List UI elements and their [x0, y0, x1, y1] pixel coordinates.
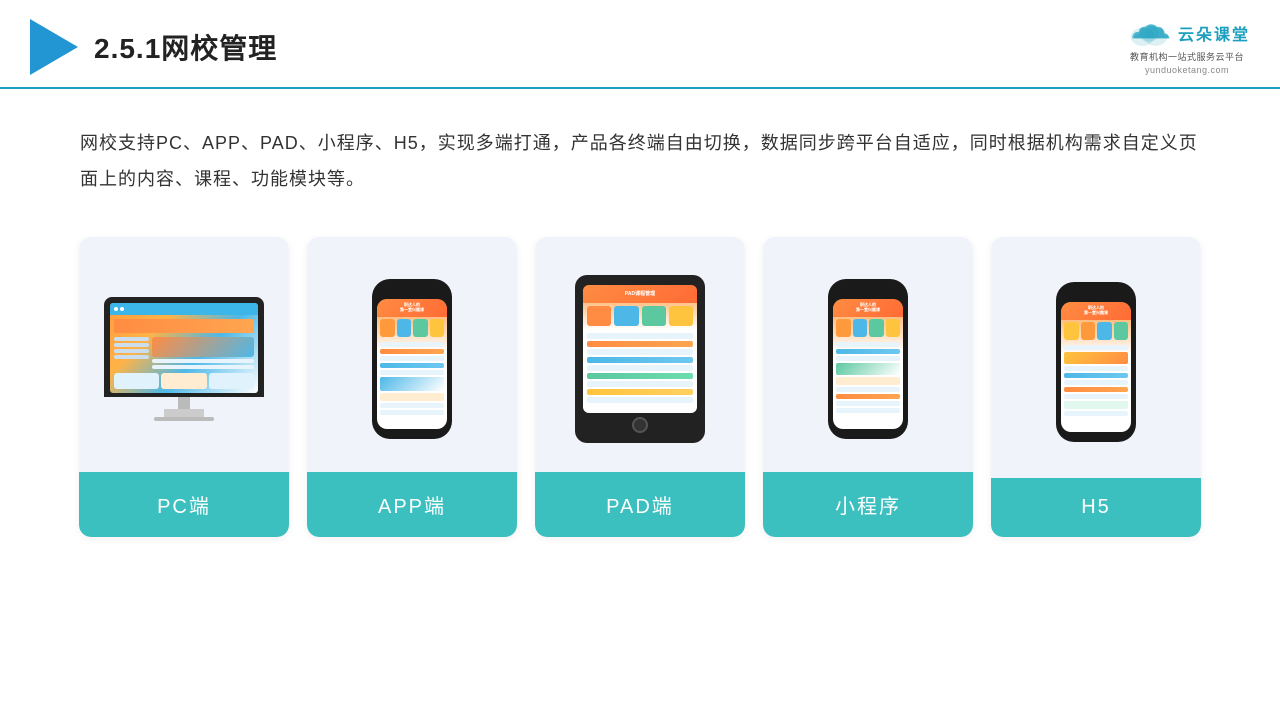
- card-h5: 职达人的第一堂兴趣课: [991, 237, 1201, 537]
- card-image-miniprogram: 职达人的第一堂兴趣课: [763, 237, 973, 472]
- phone-notch-miniprogram: [856, 289, 880, 295]
- card-pad: PAD课程管理: [535, 237, 745, 537]
- card-image-pad: PAD课程管理: [535, 237, 745, 472]
- card-image-app: 职达人的第一堂兴趣课: [307, 237, 517, 472]
- phone-outer-miniprogram: 职达人的第一堂兴趣课: [828, 279, 908, 439]
- phone-mockup-miniprogram: 职达人的第一堂兴趣课: [828, 279, 908, 439]
- card-pc: PC端: [79, 237, 289, 537]
- pad-mockup: PAD课程管理: [575, 275, 705, 443]
- phone-outer-h5: 职达人的第一堂兴趣课: [1056, 282, 1136, 442]
- logo-triangle-icon: [30, 19, 78, 75]
- pad-outer: PAD课程管理: [575, 275, 705, 443]
- card-label-pc: PC端: [79, 472, 289, 537]
- phone-screen-miniprogram: 职达人的第一堂兴趣课: [833, 299, 903, 429]
- description-text: 网校支持PC、APP、PAD、小程序、H5，实现多端打通，产品各终端自由切换，数…: [0, 89, 1280, 217]
- card-label-h5: H5: [991, 478, 1201, 537]
- phone-outer-app: 职达人的第一堂兴趣课: [372, 279, 452, 439]
- pc-screen-inner: [110, 303, 258, 393]
- pc-base: [154, 417, 214, 421]
- brand-cloud: 云朵课堂: [1124, 18, 1250, 48]
- phone-screen-app: 职达人的第一堂兴趣课: [377, 299, 447, 429]
- brand-tagline: 教育机构一站式服务云平台: [1130, 50, 1244, 63]
- pc-screen-outer: [104, 297, 264, 397]
- pc-stand: [164, 409, 204, 417]
- card-image-h5: 职达人的第一堂兴趣课: [991, 237, 1201, 478]
- card-label-pad: PAD端: [535, 472, 745, 537]
- page-title: 2.5.1网校管理: [94, 27, 277, 67]
- brand-url: yunduoketang.com: [1145, 65, 1229, 75]
- card-label-miniprogram: 小程序: [763, 472, 973, 537]
- phone-mockup-app: 职达人的第一堂兴趣课: [372, 279, 452, 439]
- cards-container: PC端 职达人的第一堂兴趣课: [0, 217, 1280, 557]
- pad-home-button: [632, 417, 648, 433]
- brand-logo: 云朵课堂 教育机构一站式服务云平台 yunduoketang.com: [1124, 18, 1250, 75]
- pad-screen: PAD课程管理: [583, 285, 697, 413]
- phone-notch-h5: [1084, 292, 1108, 298]
- phone-screen-h5: 职达人的第一堂兴趣课: [1061, 302, 1131, 432]
- brand-name: 云朵课堂: [1178, 21, 1250, 45]
- card-app: 职达人的第一堂兴趣课: [307, 237, 517, 537]
- header-left: 2.5.1网校管理: [30, 19, 277, 75]
- card-label-app: APP端: [307, 472, 517, 537]
- pc-stand-neck: [178, 397, 190, 409]
- pc-mockup: [104, 297, 264, 421]
- phone-mockup-h5: 职达人的第一堂兴趣课: [1056, 282, 1136, 442]
- phone-notch-app: [400, 289, 424, 295]
- card-image-pc: [79, 237, 289, 472]
- header: 2.5.1网校管理 云朵课堂 教育机构一站式服务云平台 yunduoketang…: [0, 0, 1280, 89]
- card-miniprogram: 职达人的第一堂兴趣课: [763, 237, 973, 537]
- cloud-icon: [1124, 18, 1174, 48]
